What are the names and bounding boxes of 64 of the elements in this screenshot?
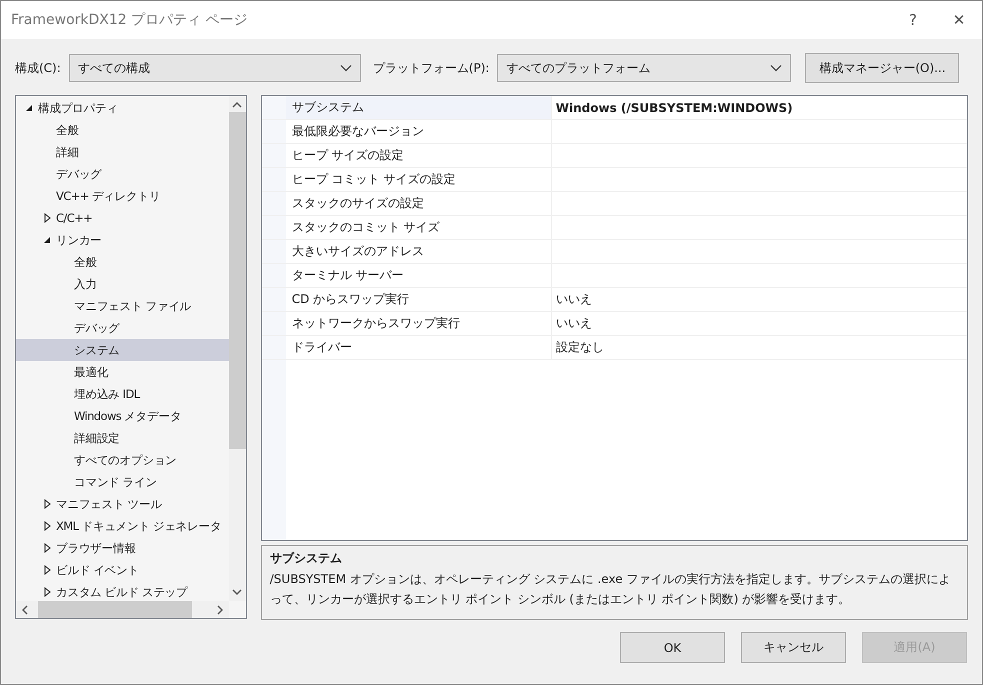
- tree-item[interactable]: 埋め込み IDL: [16, 383, 229, 405]
- tree-item[interactable]: マニフェスト ファイル: [16, 295, 229, 317]
- window-title: FrameworkDX12 プロパティ ページ: [11, 11, 249, 29]
- property-name[interactable]: ヒープ サイズの設定: [286, 144, 552, 167]
- tree-item[interactable]: ビルド イベント: [16, 559, 229, 581]
- tree-item[interactable]: リンカー: [16, 229, 229, 251]
- collapsed-triangle-icon[interactable]: [44, 587, 50, 597]
- description-text: /SUBSYSTEM オプションは、オペレーティング システムに .exe ファイルの実行方法を指定します。サブシステムの選択によって、リンカーが選択するエントリ ポイント シンボル (またはエントリ ポイント関数) が影響を受けます。: [270, 571, 952, 608]
- tree-item[interactable]: XML ドキュメント ジェネレータ: [16, 515, 229, 537]
- collapsed-triangle-icon[interactable]: [44, 521, 50, 531]
- property-name[interactable]: ネットワークからスワップ実行: [286, 312, 552, 335]
- tree-item[interactable]: 全般: [16, 119, 229, 141]
- configuration-dropdown[interactable]: すべての構成: [68, 54, 361, 82]
- collapsed-triangle-icon[interactable]: [44, 213, 50, 223]
- tree-item[interactable]: ブラウザー情報: [16, 537, 229, 559]
- property-value[interactable]: Windows (/SUBSYSTEM:WINDOWS): [552, 96, 967, 119]
- property-name[interactable]: ターミナル サーバー: [286, 264, 552, 287]
- close-button[interactable]: ✕: [936, 11, 982, 29]
- description-title: サブシステム: [270, 550, 343, 567]
- property-name[interactable]: CD からスワップ実行: [286, 288, 552, 311]
- platform-label: プラットフォーム(P):: [372, 60, 490, 76]
- property-name[interactable]: スタックのコミット サイズ: [286, 216, 552, 239]
- property-value[interactable]: いいえ: [552, 312, 967, 335]
- property-name[interactable]: 最低限必要なバージョン: [286, 120, 552, 143]
- dialog-button[interactable]: OK: [620, 632, 725, 663]
- collapsed-triangle-icon[interactable]: [44, 499, 50, 509]
- platform-dropdown[interactable]: すべてのプラットフォーム: [497, 54, 792, 82]
- collapsed-triangle-icon[interactable]: [44, 543, 50, 553]
- scroll-up-icon[interactable]: [232, 102, 242, 108]
- tree-item[interactable]: コマンド ライン: [16, 471, 229, 493]
- tree-item[interactable]: Windows メタデータ: [16, 405, 229, 427]
- expanded-triangle-icon[interactable]: [25, 104, 33, 112]
- tree-item[interactable]: C/C++: [16, 207, 229, 229]
- tree-item[interactable]: デバッグ: [16, 163, 229, 185]
- expanded-triangle-icon[interactable]: [43, 236, 51, 244]
- tree-item[interactable]: VC++ ディレクトリ: [16, 185, 229, 207]
- property-name[interactable]: ドライバー: [286, 336, 552, 359]
- scroll-right-icon[interactable]: [216, 604, 223, 614]
- tree-item[interactable]: デバッグ: [16, 317, 229, 339]
- property-value[interactable]: 設定なし: [552, 336, 967, 359]
- property-name[interactable]: 大きいサイズのアドレス: [286, 240, 552, 263]
- tree-item[interactable]: システム: [16, 339, 229, 361]
- horizontal-scrollbar-thumb[interactable]: [38, 601, 192, 618]
- configuration-manager-button[interactable]: 構成マネージャー(O)...: [805, 53, 960, 83]
- property-value[interactable]: いいえ: [552, 288, 967, 311]
- collapsed-triangle-icon[interactable]: [44, 565, 50, 575]
- configuration-label: 構成(C):: [15, 60, 61, 76]
- scroll-down-icon[interactable]: [232, 589, 242, 595]
- property-name[interactable]: ヒープ コミット サイズの設定: [286, 168, 552, 191]
- property-name[interactable]: サブシステム: [286, 96, 552, 119]
- tree-item[interactable]: 入力: [16, 273, 229, 295]
- property-name[interactable]: スタックのサイズの設定: [286, 192, 552, 215]
- tree-item[interactable]: 詳細: [16, 141, 229, 163]
- dialog-button[interactable]: キャンセル: [741, 632, 846, 663]
- vertical-scrollbar-thumb[interactable]: [228, 112, 246, 449]
- tree-item[interactable]: 詳細設定: [16, 427, 229, 449]
- help-button[interactable]: ?: [890, 11, 936, 29]
- tree-item[interactable]: すべてのオプション: [16, 449, 229, 471]
- tree-item[interactable]: カスタム ビルド ステップ: [16, 581, 229, 601]
- tree-item[interactable]: 全般: [16, 251, 229, 273]
- tree-item[interactable]: 構成プロパティ: [16, 97, 229, 119]
- tree-item[interactable]: マニフェスト ツール: [16, 493, 229, 515]
- scroll-left-icon[interactable]: [22, 604, 28, 614]
- tree-item[interactable]: 最適化: [16, 361, 229, 383]
